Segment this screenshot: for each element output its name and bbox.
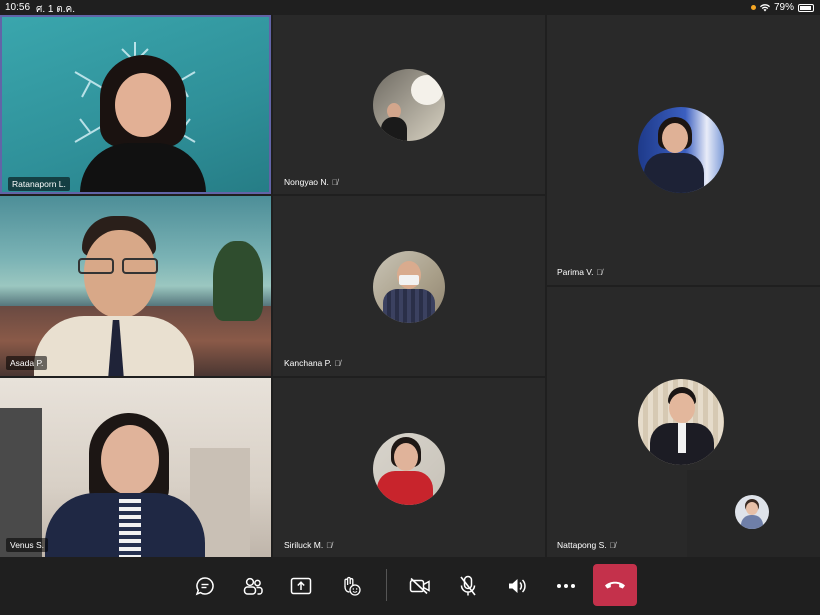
video-tile-ratanaporn[interactable]: Ratanaporn L.	[0, 15, 271, 194]
participant-video-venus	[45, 413, 205, 558]
leave-call-button[interactable]	[593, 564, 637, 606]
video-tile-nattapong[interactable]: Nattapong S. 🎙̸	[547, 287, 820, 558]
battery-percent: 79%	[773, 2, 794, 13]
status-indicators: 79%	[750, 2, 814, 13]
speaker-icon	[509, 579, 526, 593]
toolbar-divider	[386, 569, 387, 601]
participant-name-row: Nattapong S. 🎙̸	[557, 540, 616, 550]
raise-hand-icon	[344, 576, 361, 596]
recording-dot-icon	[750, 5, 756, 10]
reactions-button[interactable]	[334, 569, 368, 603]
meeting-toolbar	[0, 557, 820, 615]
participant-video-ratanaporn	[80, 55, 206, 192]
participant-name: Nattapong S.	[557, 540, 607, 550]
camera-toggle-button[interactable]	[403, 569, 437, 603]
wifi-icon	[759, 3, 770, 11]
battery-icon	[798, 3, 814, 12]
video-tile-kanchana[interactable]: Kanchana P. 🎙̸	[273, 196, 545, 376]
self-view-avatar	[735, 495, 769, 529]
share-screen-button[interactable]	[284, 569, 318, 603]
participant-name: Nongyao N.	[284, 177, 329, 187]
more-options-button[interactable]	[549, 569, 583, 603]
video-tile-asada[interactable]: Asada P.	[0, 196, 271, 376]
background-tree	[213, 241, 263, 321]
participant-name-row: Siriluck M. 🎙̸	[284, 540, 332, 550]
participant-name: Kanchana P.	[284, 358, 332, 368]
avatar-siriluck	[373, 433, 445, 505]
participant-name: Parima V.	[557, 267, 594, 277]
participant-name-row: Nongyao N. 🎙̸	[284, 177, 338, 187]
mic-off-icon	[460, 575, 476, 596]
participant-name: Venus S.	[6, 538, 49, 552]
self-view-tile[interactable]	[687, 470, 820, 558]
chat-button[interactable]	[188, 569, 222, 603]
participant-name: Asada P.	[6, 356, 48, 370]
participants-button[interactable]	[236, 569, 270, 603]
participant-video-asada	[30, 216, 200, 376]
participant-name: Ratanaporn L.	[8, 177, 70, 191]
mic-muted-icon: 🎙̸	[331, 177, 338, 187]
camera-off-icon	[409, 577, 430, 595]
mic-toggle-button[interactable]	[451, 569, 485, 603]
participant-name-row: Parima V. 🎙̸	[557, 267, 603, 277]
avatar-kanchana	[373, 251, 445, 323]
video-tile-parima[interactable]: Parima V. 🎙̸	[547, 15, 820, 285]
video-tile-nongyao[interactable]: Nongyao N. 🎙̸	[273, 15, 545, 194]
participants-icon	[243, 577, 263, 595]
hang-up-icon	[605, 581, 625, 589]
mic-muted-icon: 🎙̸	[596, 267, 603, 277]
room-window	[0, 408, 42, 558]
video-tile-venus[interactable]: Venus S.	[0, 378, 271, 558]
mic-muted-icon: 🎙̸	[609, 540, 616, 550]
participant-name-row: Kanchana P. 🎙̸	[284, 358, 341, 368]
avatar-parima	[638, 107, 724, 193]
share-screen-icon	[290, 577, 312, 595]
mic-muted-icon: 🎙̸	[334, 358, 341, 368]
more-icon	[557, 584, 575, 588]
video-tile-siriluck[interactable]: Siriluck M. 🎙̸	[273, 378, 545, 558]
status-bar: 10:56 ศ. 1 ต.ค. 79%	[0, 0, 820, 15]
participant-name: Siriluck M.	[284, 540, 324, 550]
speaker-button[interactable]	[500, 569, 534, 603]
mic-muted-icon: 🎙̸	[326, 540, 333, 550]
avatar-nongyao	[373, 69, 445, 141]
avatar-nattapong	[638, 379, 724, 465]
chat-icon	[195, 577, 214, 596]
clock: 10:56	[5, 2, 31, 13]
